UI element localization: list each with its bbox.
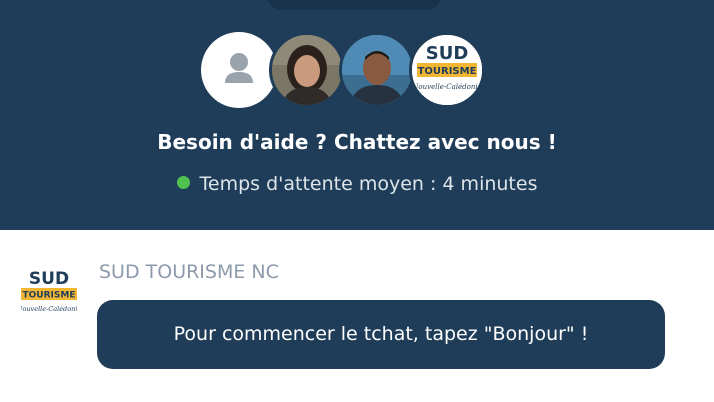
message-bubble: Pour commencer le tchat, tapez "Bonjour"…: [97, 300, 665, 369]
logo-word3: Nouvelle-Calédonie: [412, 83, 482, 91]
wait-time-status: Temps d'attente moyen : 4 minutes: [0, 173, 714, 195]
logo-word1: SUD: [426, 43, 469, 64]
agent-avatar-man: [339, 32, 415, 108]
chat-header: SUD TOURISME Nouvelle-Calédonie Besoin d…: [0, 0, 714, 230]
header-top-tab[interactable]: [266, 0, 442, 10]
agent-avatar-woman: [269, 32, 345, 108]
online-status-dot: [176, 176, 190, 189]
svg-text:Nouvelle-Calédonie: Nouvelle-Calédonie: [17, 305, 81, 313]
message-sender-name: SUD TOURISME NC: [99, 261, 279, 283]
svg-text:TOURISME: TOURISME: [23, 291, 76, 301]
sender-avatar: SUD TOURISME Nouvelle-Calédonie: [17, 262, 81, 326]
header-title: Besoin d'aide ? Chattez avec nous !: [157, 130, 557, 154]
logo-word2: TOURISME: [418, 66, 477, 77]
wait-time-text: Temps d'attente moyen : 4 minutes: [199, 173, 538, 195]
svg-text:SUD: SUD: [29, 269, 69, 289]
company-logo: SUD TOURISME Nouvelle-Calédonie: [409, 32, 485, 108]
default-user-icon: [201, 32, 277, 108]
